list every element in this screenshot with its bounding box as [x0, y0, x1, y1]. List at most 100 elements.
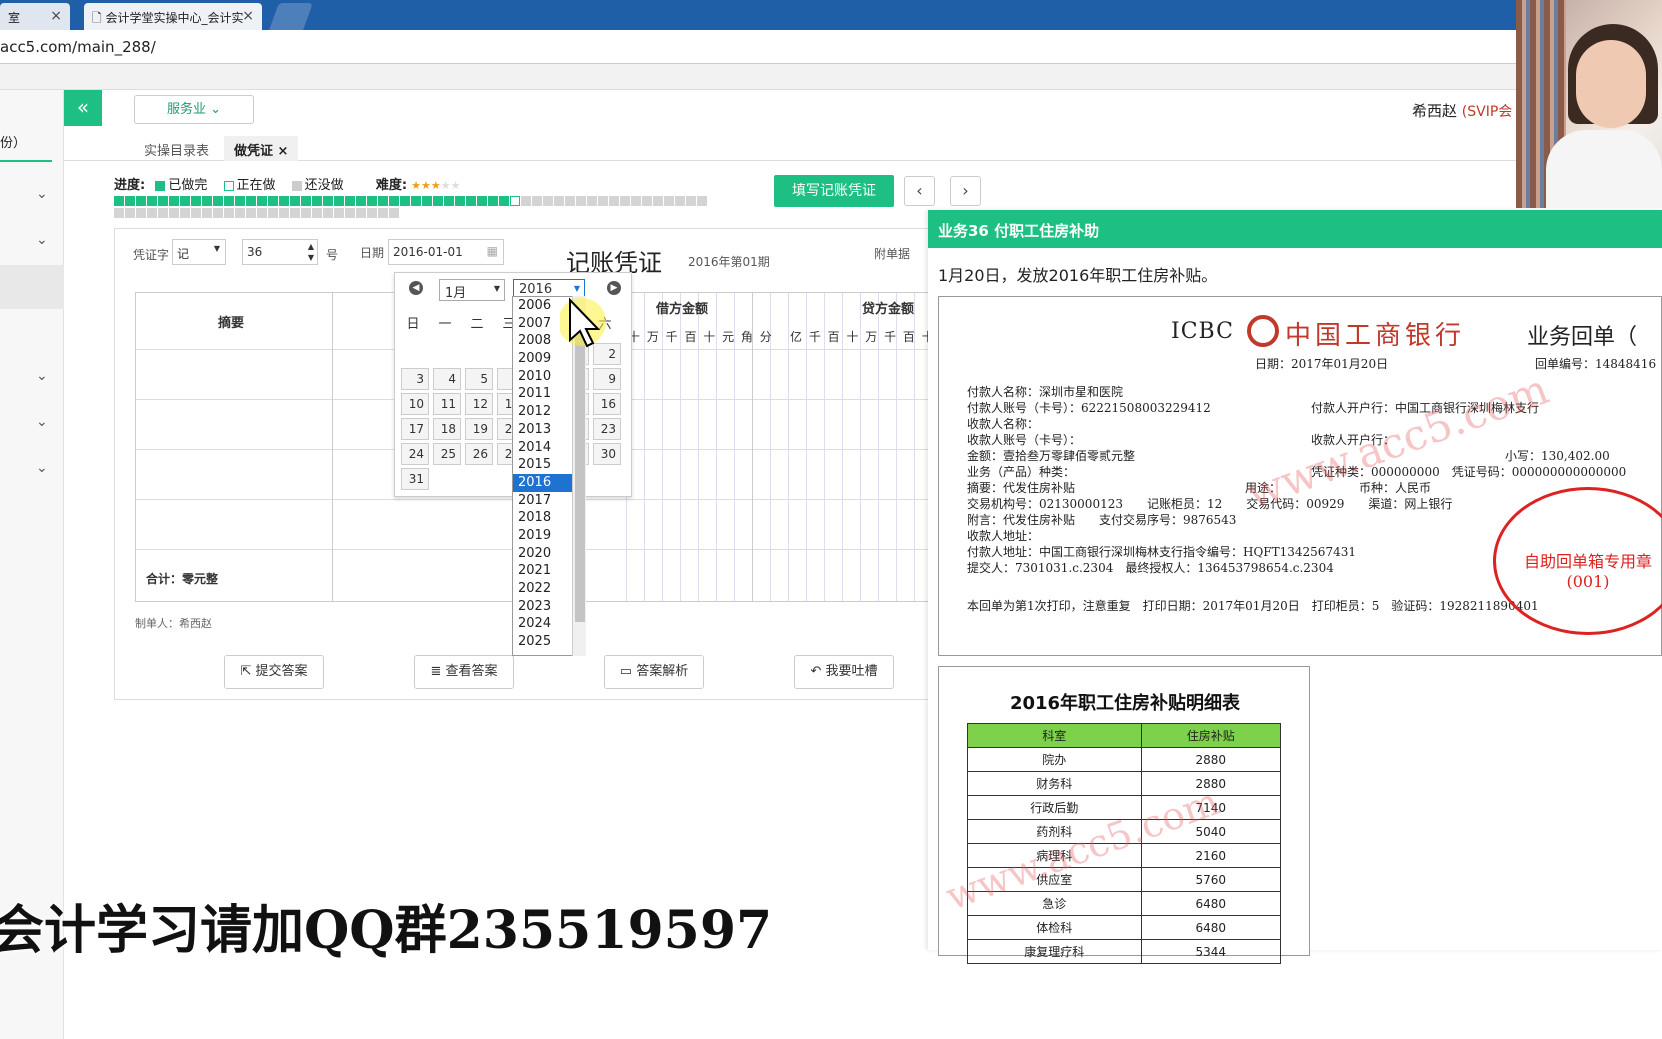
progress-cell[interactable]	[114, 196, 124, 206]
progress-cell[interactable]	[356, 196, 366, 206]
progress-cell[interactable]	[312, 208, 322, 218]
chevron-down-icon[interactable]: ⌄	[36, 368, 50, 384]
progress-cell[interactable]	[356, 208, 366, 218]
progress-cell[interactable]	[653, 196, 663, 206]
progress-cell[interactable]	[620, 196, 630, 206]
progress-cell[interactable]	[697, 196, 707, 206]
progress-cell[interactable]	[334, 196, 344, 206]
progress-cell[interactable]	[191, 196, 201, 206]
browser-tab[interactable]: 室 ×	[0, 3, 70, 30]
progress-cell[interactable]	[499, 196, 509, 206]
chevron-down-icon[interactable]: ⌄	[36, 460, 50, 476]
view-answer-button[interactable]: ≣ 查看答案	[414, 655, 514, 689]
progress-cell[interactable]	[257, 208, 267, 218]
voucher-number-stepper[interactable]: 36 ▲ ▼	[242, 239, 318, 265]
voucher-type-select[interactable]: 记 ▼	[172, 239, 226, 265]
progress-cell[interactable]	[345, 208, 355, 218]
progress-cell[interactable]	[158, 208, 168, 218]
progress-cell[interactable]	[213, 208, 223, 218]
new-tab-button[interactable]	[269, 3, 313, 30]
service-menu-button[interactable]: 服务业 ⌄	[134, 95, 254, 124]
progress-cell[interactable]	[334, 208, 344, 218]
date-input[interactable]: 2016-01-01 ▦	[388, 239, 504, 265]
calendar-day[interactable]: 30	[593, 443, 621, 465]
progress-cell[interactable]	[147, 196, 157, 206]
progress-cell[interactable]	[389, 208, 399, 218]
progress-cell[interactable]	[554, 196, 564, 206]
calendar-day[interactable]: 18	[433, 418, 461, 440]
feedback-button[interactable]: ↶ 我要吐槽	[794, 655, 894, 689]
calendar-day[interactable]: 19	[465, 418, 493, 440]
fill-voucher-button[interactable]: 填写记账凭证	[774, 175, 894, 207]
progress-cell[interactable]	[323, 208, 333, 218]
progress-cell[interactable]	[290, 208, 300, 218]
progress-cell[interactable]	[378, 196, 388, 206]
progress-cell[interactable]	[642, 196, 652, 206]
tab-catalog[interactable]: 实操目录表	[134, 136, 219, 161]
progress-cell[interactable]	[521, 196, 531, 206]
progress-cell[interactable]	[389, 196, 399, 206]
tab-voucher[interactable]: 做凭证 ×	[224, 136, 299, 161]
progress-cell[interactable]	[279, 208, 289, 218]
sidebar-selected-item[interactable]	[0, 265, 64, 309]
progress-cell[interactable]	[466, 196, 476, 206]
progress-cell[interactable]	[609, 196, 619, 206]
progress-cell[interactable]	[136, 208, 146, 218]
sidebar-item-label[interactable]: 份）	[0, 132, 26, 151]
progress-cell[interactable]	[477, 196, 487, 206]
progress-cell[interactable]	[202, 208, 212, 218]
progress-cell[interactable]	[488, 196, 498, 206]
user-info[interactable]: 希西赵 (SVIP会	[1412, 100, 1512, 121]
calendar-day[interactable]: 11	[433, 393, 461, 415]
month-select[interactable]: 1月 ▼	[439, 279, 505, 301]
progress-cell[interactable]	[213, 196, 223, 206]
close-icon[interactable]: ×	[278, 144, 289, 159]
progress-cell[interactable]	[675, 196, 685, 206]
calendar-day[interactable]: 23	[593, 418, 621, 440]
progress-cell[interactable]	[422, 196, 432, 206]
calendar-day[interactable]: 17	[401, 418, 429, 440]
progress-cell[interactable]	[301, 208, 311, 218]
address-bar[interactable]: acc5.com/main_288/	[0, 30, 1662, 64]
progress-cell[interactable]	[279, 196, 289, 206]
prev-month-icon[interactable]: ◀	[409, 281, 423, 295]
progress-cell[interactable]	[664, 196, 674, 206]
calendar-day[interactable]: 4	[433, 368, 461, 390]
close-icon[interactable]: ×	[50, 8, 62, 24]
progress-cell[interactable]	[543, 196, 553, 206]
progress-cell[interactable]	[576, 196, 586, 206]
calendar-day[interactable]: 26	[465, 443, 493, 465]
progress-cell[interactable]	[378, 208, 388, 218]
progress-cell[interactable]	[191, 208, 201, 218]
browser-tab-active[interactable]: 🗋 会计学堂实操中心_会计实 ×	[84, 3, 262, 30]
progress-cell[interactable]	[235, 208, 245, 218]
progress-cell[interactable]	[301, 196, 311, 206]
progress-cell[interactable]	[268, 196, 278, 206]
progress-cell[interactable]	[224, 196, 234, 206]
progress-cell[interactable]	[532, 196, 542, 206]
progress-cell[interactable]	[202, 196, 212, 206]
progress-cell[interactable]	[367, 196, 377, 206]
calendar-day[interactable]: 3	[401, 368, 429, 390]
progress-cell[interactable]	[411, 196, 421, 206]
progress-cell[interactable]	[114, 208, 124, 218]
submit-answer-button[interactable]: ⇱ 提交答案	[224, 655, 324, 689]
collapse-sidebar-button[interactable]: «	[64, 90, 102, 126]
chevron-down-icon[interactable]: ⌄	[36, 414, 50, 430]
progress-cell[interactable]	[510, 196, 520, 206]
progress-cell[interactable]	[455, 196, 465, 206]
progress-cell[interactable]	[125, 196, 135, 206]
progress-cell[interactable]	[290, 196, 300, 206]
next-button[interactable]: ›	[950, 176, 981, 206]
calendar-day[interactable]: 5	[465, 368, 493, 390]
progress-cell[interactable]	[235, 196, 245, 206]
progress-cell[interactable]	[136, 196, 146, 206]
progress-cell[interactable]	[125, 208, 135, 218]
progress-cell[interactable]	[345, 196, 355, 206]
calendar-day[interactable]: 9	[593, 368, 621, 390]
calendar-day[interactable]: 24	[401, 443, 429, 465]
progress-cell[interactable]	[312, 196, 322, 206]
progress-cell[interactable]	[631, 196, 641, 206]
answer-analysis-button[interactable]: ▭ 答案解析	[604, 655, 704, 689]
calendar-day[interactable]: 25	[433, 443, 461, 465]
